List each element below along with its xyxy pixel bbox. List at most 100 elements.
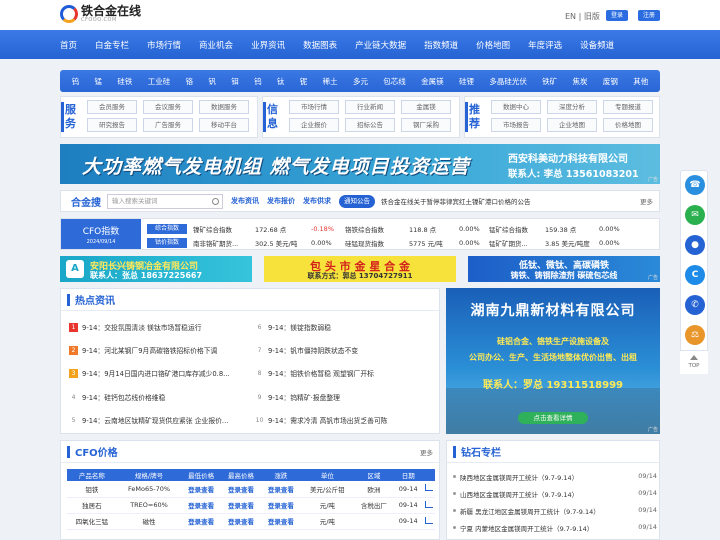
wechat-icon[interactable]: ✉ — [685, 205, 705, 225]
index-name[interactable]: 铬铁综合指数 — [345, 224, 409, 234]
trend-chart-icon[interactable] — [424, 516, 433, 524]
scale-icon[interactable]: ⚖ — [685, 325, 705, 345]
index-name[interactable]: 镍矿综合指数 — [193, 224, 255, 234]
index-tag[interactable]: 钴价指数 — [147, 237, 187, 248]
recommend-link[interactable]: 数据中心 — [491, 100, 541, 114]
login-to-view-link[interactable]: 登录查看 — [181, 497, 222, 514]
news-item[interactable]: 9 9-14：钨精矿·报盘整理 — [255, 392, 340, 403]
search-input[interactable]: 输入搜索关键词 — [107, 193, 223, 209]
product-name[interactable]: 钼铁 — [67, 481, 117, 498]
category-item[interactable]: 铁矿 — [542, 76, 557, 87]
news-item[interactable]: 2 9-14：河北某钢厂9月高碳铬铁招标价格下调 — [69, 345, 217, 355]
service-link[interactable]: 研究报告 — [87, 118, 137, 132]
login-to-view-link[interactable]: 登录查看 — [221, 481, 261, 498]
list-item[interactable]: 宁夏 内蒙地区金属镁周开工统计（9.7-9.14） 09/14 — [453, 523, 657, 533]
search-icon[interactable] — [212, 197, 219, 205]
category-item[interactable]: 钨 — [72, 76, 80, 87]
category-item[interactable]: 铬 — [186, 76, 194, 87]
category-item[interactable]: 金属镁 — [421, 76, 444, 87]
login-to-view-link[interactable]: 登录查看 — [221, 497, 261, 514]
nav-annual[interactable]: 年度评选 — [528, 39, 562, 51]
publish-quote-link[interactable]: 发布报价 — [267, 196, 295, 206]
service-link[interactable]: 会议服务 — [143, 100, 193, 114]
list-item[interactable]: 新疆 黑龙江地区金属镁周开工统计（9.7-9.14） 09/14 — [453, 506, 657, 516]
recommend-link[interactable]: 专题报道 — [603, 100, 653, 114]
product-name[interactable]: 四氧化三锰 — [67, 513, 117, 530]
login-to-view-link[interactable]: 登录查看 — [221, 513, 261, 530]
back-to-top-button[interactable]: TOP — [680, 350, 708, 374]
recommend-link[interactable]: 企业地图 — [547, 118, 597, 132]
category-item[interactable]: 钨 — [254, 76, 262, 87]
nav-index[interactable]: 指数频道 — [424, 39, 458, 51]
service-link[interactable]: 广告服务 — [143, 118, 193, 132]
nav-market[interactable]: 市场行情 — [147, 39, 181, 51]
cfo-index-header[interactable]: CFO指数 2024/09/14 — [61, 219, 141, 249]
site-logo[interactable]: 铁合金在线 CFOOO.COM — [60, 5, 141, 23]
service-link[interactable]: 移动平台 — [199, 118, 249, 132]
info-link[interactable]: 金属镁 — [401, 100, 451, 114]
info-link[interactable]: 招标公告 — [345, 118, 395, 132]
recommend-link[interactable]: 深度分析 — [547, 100, 597, 114]
category-item[interactable]: 工业硅 — [148, 76, 171, 87]
info-link[interactable]: 行业新闻 — [345, 100, 395, 114]
index-name[interactable]: 锰矿综合指数 — [489, 224, 545, 234]
login-to-view-link[interactable]: 登录查看 — [181, 481, 222, 498]
login-to-view-link[interactable]: 登录查看 — [260, 481, 301, 498]
customer-service-icon[interactable]: ☎ — [685, 175, 705, 195]
news-item[interactable]: 8 9-14：钼铁价格暂稳 观望钢厂开标 — [255, 368, 374, 379]
login-to-view-link[interactable]: 登录查看 — [260, 497, 301, 514]
category-item[interactable]: 多元 — [353, 76, 368, 87]
index-name[interactable]: 硅锰现货指数 — [345, 238, 409, 248]
app-logo-icon[interactable]: C — [685, 265, 705, 285]
index-tag[interactable]: 综合指数 — [147, 223, 187, 234]
info-link[interactable]: 企业报价 — [289, 118, 339, 132]
service-link[interactable]: 会员服务 — [87, 100, 137, 114]
recommend-link[interactable]: 价格地图 — [603, 118, 653, 132]
nav-platinum[interactable]: 白金专栏 — [95, 39, 129, 51]
recommend-link[interactable]: 市场报告 — [491, 118, 541, 132]
news-item[interactable]: 10 9-14：需求冷清 高钒市场出货乏善可陈 — [255, 415, 388, 426]
info-link[interactable]: 市场行情 — [289, 100, 339, 114]
category-item[interactable]: 硅锂 — [459, 76, 474, 87]
banner-ad[interactable]: 大功率燃气发电机组 燃气发电项目投资运营 西安科美动力科技有限公司 联系人: 李… — [60, 144, 660, 184]
ad-iron[interactable]: 低钛、微钛、高碳磷铁 铸铁、铸钢除渣剂 碳硫包芯线 广告 — [468, 256, 660, 282]
register-button[interactable]: 注册 — [638, 10, 661, 21]
notice-badge[interactable]: 通知公告 — [339, 194, 375, 208]
nav-business[interactable]: 商业机会 — [199, 39, 233, 51]
login-button[interactable]: 登录 — [606, 10, 629, 21]
news-item[interactable]: 6 9-14：镁锭指数弱稳 — [255, 322, 331, 333]
publish-news-link[interactable]: 发布资讯 — [231, 196, 259, 206]
notice-message[interactable]: 铁合金在线关于暂停菲律宾红土镍矿港口价格的公告 — [381, 196, 531, 206]
trend-chart-icon[interactable] — [424, 500, 433, 508]
category-item[interactable]: 稀土 — [323, 76, 338, 87]
category-item[interactable]: 硅铁 — [117, 76, 132, 87]
nav-price-map[interactable]: 价格地图 — [476, 39, 510, 51]
publish-supply-link[interactable]: 发布供求 — [303, 196, 331, 206]
product-name[interactable]: 独居石 — [67, 497, 117, 514]
ad-baotou[interactable]: 包 头 市 金 星 合 金 联系方式：郭总 13704727911 — [264, 256, 456, 282]
nav-charts[interactable]: 数据图表 — [303, 39, 337, 51]
category-item[interactable]: 锰 — [95, 76, 103, 87]
list-item[interactable]: 山西地区金属镁周开工统计（9.7-9.14） 09/14 — [453, 489, 657, 499]
category-item[interactable]: 其他 — [633, 76, 648, 87]
news-item[interactable]: 7 9-14：钒市僵持阴跌状态不变 — [255, 345, 359, 356]
list-item[interactable]: 陕西地区金属镁周开工统计（9.7-9.14） 09/14 — [453, 472, 657, 482]
category-item[interactable]: 钼 — [231, 76, 239, 87]
news-item[interactable]: 4 9-14：硅钙包芯线价格维稳 — [69, 392, 166, 403]
nav-bigdata[interactable]: 产业链大数据 — [355, 39, 406, 51]
service-link[interactable]: 数据服务 — [199, 100, 249, 114]
login-to-view-link[interactable]: 登录查看 — [260, 513, 301, 530]
news-item[interactable]: 3 9-14：9月14日国内进口铬矿港口库存减少0.8... — [69, 368, 230, 378]
price-more-link[interactable]: 更多 — [420, 447, 433, 457]
trend-chart-icon[interactable] — [424, 484, 433, 492]
category-item[interactable]: 焦炭 — [573, 76, 588, 87]
info-link[interactable]: 钢厂采购 — [401, 118, 451, 132]
index-name[interactable]: 锰矿矿期货... — [489, 238, 545, 248]
category-item[interactable]: 废钢 — [603, 76, 618, 87]
news-item[interactable]: 5 9-14：云南地区钛精矿现货供应紧张 企业报价... — [69, 415, 229, 426]
index-name[interactable]: 南非铬矿期货... — [193, 238, 255, 248]
phone-icon[interactable]: ✆ — [685, 295, 705, 315]
category-item[interactable]: 多晶硅光伏 — [489, 76, 527, 87]
language-switch[interactable]: EN | 旧版 — [565, 11, 600, 22]
ad-anyang[interactable]: A 安阳长兴铸钢冶金有限公司 联系人：张总 18637225667 — [60, 256, 252, 282]
